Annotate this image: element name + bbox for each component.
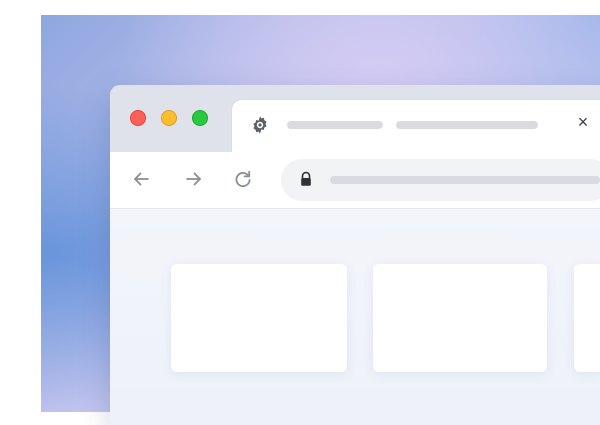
gear-icon — [249, 114, 271, 136]
tab-title-placeholder — [287, 121, 383, 129]
url-placeholder — [330, 176, 600, 184]
close-tab-button[interactable]: × — [574, 113, 592, 131]
arrow-left-icon — [134, 172, 149, 186]
back-button[interactable] — [130, 168, 152, 190]
content-card-1[interactable] — [171, 264, 347, 372]
tab-title-placeholder-secondary — [396, 121, 538, 129]
arrow-right-icon — [186, 172, 201, 186]
close-window-button[interactable] — [130, 110, 146, 126]
minimize-window-button[interactable] — [161, 110, 177, 126]
zoom-window-button[interactable] — [192, 110, 208, 126]
close-icon: × — [577, 112, 589, 132]
content-card-3[interactable] — [574, 264, 600, 372]
reload-button[interactable] — [232, 168, 254, 190]
content-card-2[interactable] — [373, 264, 547, 372]
reload-icon — [235, 170, 251, 188]
forward-button[interactable] — [183, 168, 205, 190]
lock-icon — [299, 171, 313, 187]
